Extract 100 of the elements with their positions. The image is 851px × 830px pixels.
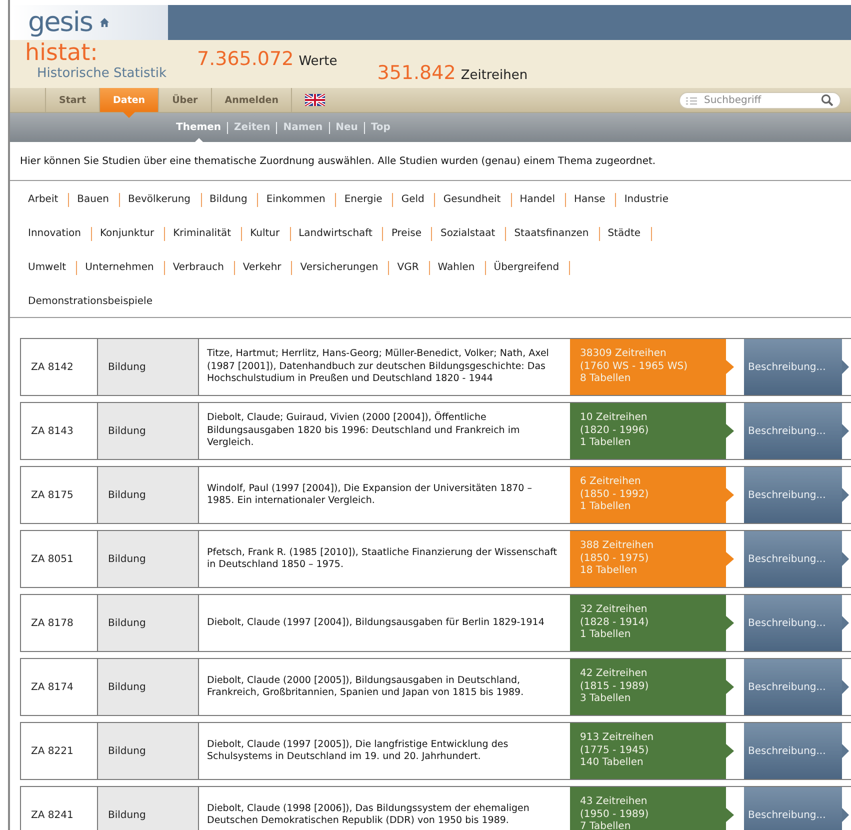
topic-link[interactable]: Bauen bbox=[69, 193, 120, 207]
topic-link[interactable]: Einkommen bbox=[258, 193, 336, 207]
topic-link[interactable]: Hanse bbox=[566, 193, 616, 207]
flag-icon bbox=[305, 94, 326, 106]
pointer-icon bbox=[194, 138, 204, 142]
topic-link[interactable]: Verbrauch bbox=[164, 261, 235, 275]
description-button[interactable]: Beschreibung... bbox=[744, 403, 842, 459]
study-topic: Bildung bbox=[98, 787, 199, 830]
topic-link[interactable]: Gesundheit bbox=[435, 193, 512, 207]
topic-link[interactable]: Unternehmen bbox=[77, 261, 165, 275]
year-range: (1820 - 1996) bbox=[580, 424, 649, 437]
table-count: 3 Tabellen bbox=[580, 693, 631, 706]
topic-link[interactable]: Innovation bbox=[20, 227, 92, 241]
year-range: (1828 - 1914) bbox=[580, 616, 649, 629]
topic-link[interactable]: Übergreifend bbox=[486, 261, 570, 275]
description-button[interactable]: Beschreibung... bbox=[744, 339, 842, 395]
topic-link[interactable]: Konjunktur bbox=[92, 227, 166, 241]
topic-link[interactable]: Geld bbox=[393, 193, 436, 207]
site-title: histat: bbox=[25, 40, 99, 66]
topic-link[interactable]: Wahlen bbox=[430, 261, 486, 275]
year-range: (1850 - 1975) bbox=[580, 552, 649, 565]
arrow-icon bbox=[842, 744, 849, 758]
table-count: 1 Tabellen bbox=[580, 437, 631, 450]
topic-link[interactable]: Demonstrationsbeispiele bbox=[20, 295, 162, 309]
arrow-icon bbox=[842, 552, 849, 566]
series-count: 42 Zeitreihen bbox=[580, 668, 648, 681]
arrow-icon bbox=[842, 808, 849, 822]
description-button[interactable]: Beschreibung... bbox=[744, 595, 842, 651]
description-button[interactable]: Beschreibung... bbox=[744, 787, 842, 830]
site-subtitle: Historische Statistik bbox=[37, 66, 168, 81]
study-topic: Bildung bbox=[98, 723, 199, 779]
series-count: 38309 Zeitreihen bbox=[580, 348, 666, 361]
topic-link[interactable]: VGR bbox=[389, 261, 430, 275]
topic-link[interactable]: Kriminalität bbox=[165, 227, 242, 241]
year-range: (1950 - 1989) bbox=[580, 808, 649, 821]
description-button[interactable]: Beschreibung... bbox=[744, 467, 842, 523]
series-count: 6 Zeitreihen bbox=[580, 476, 641, 489]
table-count: 1 Tabellen bbox=[580, 501, 631, 514]
year-range: (1815 - 1989) bbox=[580, 680, 649, 693]
home-icon[interactable] bbox=[100, 18, 110, 27]
arrow-icon bbox=[842, 488, 849, 502]
description-button[interactable]: Beschreibung... bbox=[744, 531, 842, 587]
topic-link[interactable]: Arbeit bbox=[20, 193, 70, 207]
year-range: (1760 WS - 1965 WS) bbox=[580, 360, 688, 373]
study-topic: Bildung bbox=[98, 467, 199, 523]
topic-link[interactable]: Bevölkerung bbox=[120, 193, 202, 207]
series-count: 32 Zeitreihen bbox=[580, 604, 648, 617]
arrow-icon bbox=[842, 616, 849, 630]
topic-link[interactable]: Kultur bbox=[242, 227, 291, 241]
study-citation: Diebolt, Claude (2000 [2005]), Bildungsausgaben in Deutschland, Frankreich, Großbritannien, Spanien und Japan von 1815 bis 1989. bbox=[206, 674, 525, 700]
topic-link[interactable]: Preise bbox=[383, 227, 432, 241]
year-range: (1775 - 1945) bbox=[580, 744, 649, 757]
nav-tab[interactable]: Anmelden bbox=[210, 88, 292, 112]
series-count: 388 Zeitreihen bbox=[580, 540, 654, 553]
series-count: 43 Zeitreihen bbox=[580, 796, 648, 809]
study-citation: Diebolt, Claude (1997 [2004]), Bildungsausgaben für Berlin 1829-1914 bbox=[206, 616, 546, 630]
topic-link[interactable]: Bildung bbox=[202, 193, 258, 207]
study-citation: Pfetsch, Frank R. (1985 [2010]), Staatliche Finanzierung der Wissenschaft in Deutschland 1850 – 1975. bbox=[206, 546, 558, 572]
topic-link[interactable]: Handel bbox=[512, 193, 566, 207]
topic-link[interactable]: Industrie bbox=[616, 193, 678, 207]
table-count: 18 Tabellen bbox=[580, 565, 638, 578]
stat-value: 351.842 bbox=[377, 62, 456, 84]
topic-link[interactable]: Staatsfinanzen bbox=[506, 227, 600, 241]
study-topic: Bildung bbox=[98, 659, 199, 715]
topic-link[interactable]: Versicherungen bbox=[292, 261, 390, 275]
nav-tab[interactable]: Über bbox=[158, 88, 211, 112]
arrow-icon bbox=[842, 424, 849, 438]
description-button[interactable]: Beschreibung... bbox=[744, 659, 842, 715]
arrow-icon bbox=[842, 360, 849, 374]
table-count: 8 Tabellen bbox=[580, 373, 631, 386]
study-citation: Diebolt, Claude (1997 [2005]), Die langfristige Entwicklung des Schulsystems in Deutschland im 19. und 20. Jahrhundert. bbox=[206, 738, 510, 764]
study-citation: Titze, Hartmut; Herrlitz, Hans-Georg; Müller-Benedict, Volker; Nath, Axel (1987 [2001]), Datenhandbuch zur deutschen Bildungsgeschichte: Das Hochschulstudium in Preußen und Deutschland 1820 - 1944 bbox=[206, 347, 550, 386]
study-citation: Diebolt, Claude; Guiraud, Vivien (2000 [2004]), Öffentliche Bildungsausgaben 1820 bis 1996: Deutschland und Frankreich im Vergleich. bbox=[206, 410, 521, 450]
table-count: 7 Tabellen bbox=[580, 821, 631, 830]
table-count: 140 Tabellen bbox=[580, 757, 644, 770]
topic-link[interactable]: Verkehr bbox=[234, 261, 292, 275]
arrow-icon bbox=[842, 680, 849, 694]
topic-link[interactable]: Sozialstaat bbox=[432, 227, 506, 241]
stat-label: Zeitreihen bbox=[460, 68, 528, 83]
topic-link[interactable]: Städte bbox=[600, 227, 652, 241]
series-count: 913 Zeitreihen bbox=[580, 732, 654, 745]
study-topic: Bildung bbox=[98, 403, 199, 459]
list-icon bbox=[686, 96, 697, 104]
study-citation: Windolf, Paul (1997 [2004]), Die Expansion der Universitäten 1870 – 1985. Ein internationaler Vergleich. bbox=[206, 482, 533, 508]
topic-link[interactable]: Energie bbox=[336, 193, 394, 207]
study-topic: Bildung bbox=[98, 595, 199, 651]
stat-value: 7.365.072 bbox=[197, 48, 294, 70]
search-field[interactable]: Suchbegriff bbox=[679, 92, 841, 108]
series-count: 10 Zeitreihen bbox=[580, 412, 648, 425]
study-citation: Diebolt, Claude (1998 [2006]), Das Bildungssystem der ehemaligen Deutschen Demokratischen Republik (DDR) von 1950 bis 1989. bbox=[206, 802, 530, 828]
intro-text: Hier können Sie Studien über eine thematische Zuordnung auswählen. Alle Studien wurden (genau) einem Thema zugeordnet. bbox=[20, 156, 656, 167]
table-count: 1 Tabellen bbox=[580, 629, 631, 642]
study-topic: Bildung bbox=[98, 339, 199, 395]
topic-link[interactable]: Landwirtschaft bbox=[290, 227, 384, 241]
stat-label: Werte bbox=[298, 54, 338, 69]
description-button[interactable]: Beschreibung... bbox=[744, 723, 842, 779]
study-topic: Bildung bbox=[98, 531, 199, 587]
topic-link[interactable]: Umwelt bbox=[20, 261, 78, 275]
search-icon[interactable] bbox=[821, 94, 833, 106]
year-range: (1850 - 1992) bbox=[580, 488, 649, 501]
